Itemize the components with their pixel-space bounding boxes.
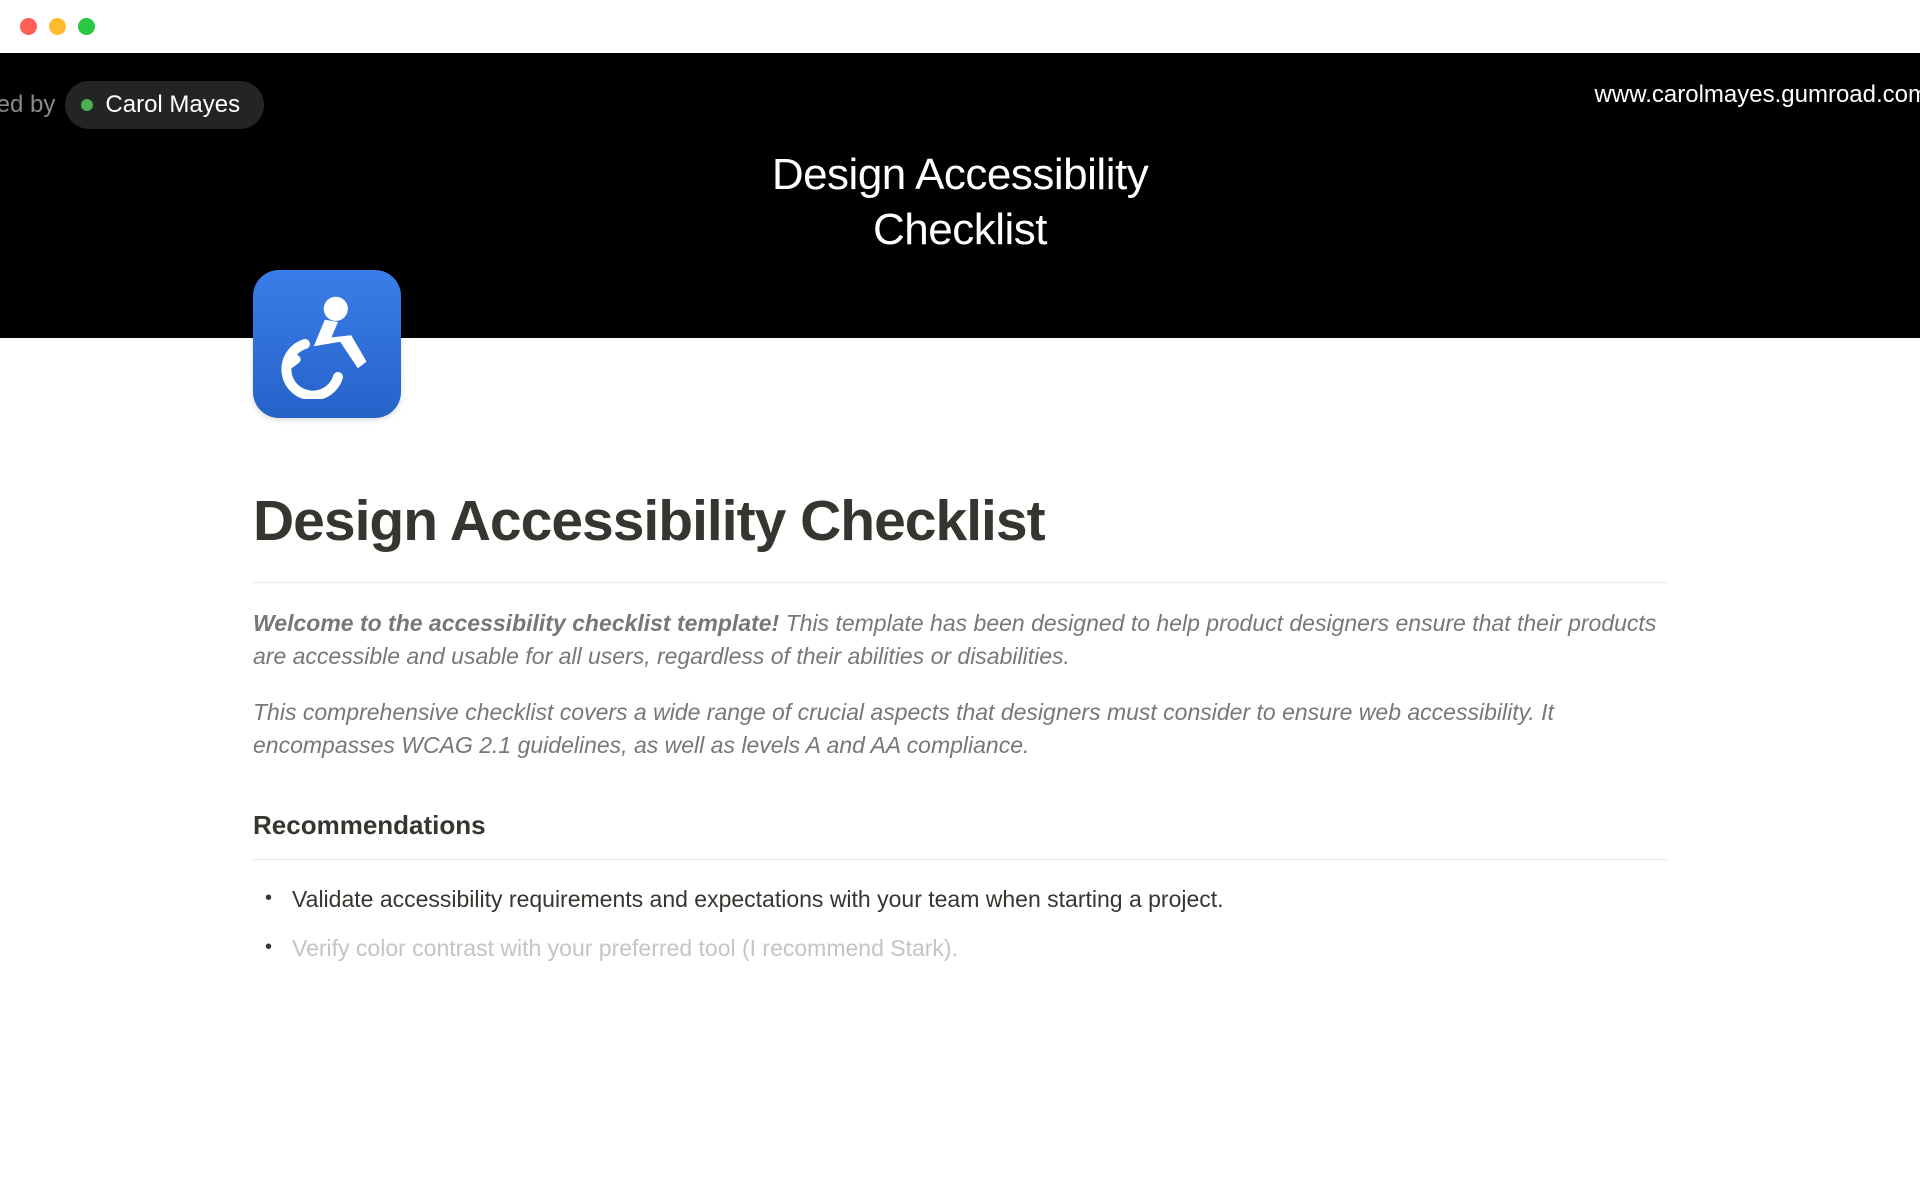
author-pill[interactable]: Carol Mayes [65, 81, 264, 129]
minimize-window-button[interactable] [49, 18, 66, 35]
intro-bold-lead: Welcome to the accessibility checklist t… [253, 610, 779, 636]
recommendations-heading[interactable]: Recommendations [253, 810, 1667, 841]
list-item-text: Verify color contrast with your preferre… [292, 931, 958, 966]
page-icon-container[interactable] [253, 270, 401, 418]
hero-title: Design Accessibility Checklist [0, 147, 1920, 257]
status-online-icon [81, 99, 93, 111]
divider [253, 582, 1667, 583]
list-item-text: Validate accessibility requirements and … [292, 882, 1224, 917]
content-area: Design Accessibility Checklist Welcome t… [0, 338, 1920, 965]
bullet-icon: • [265, 882, 272, 914]
list-item[interactable]: • Verify color contrast with your prefer… [265, 931, 1667, 966]
wheelchair-accessibility-icon [253, 270, 401, 418]
hero-top-bar: ted by Carol Mayes www.carolmayes.gumroa… [0, 53, 1920, 129]
window-chrome [0, 0, 1920, 53]
recommendations-list: • Validate accessibility requirements an… [253, 882, 1667, 965]
hero-title-line1: Design Accessibility [0, 147, 1920, 202]
author-name: Carol Mayes [105, 91, 240, 119]
hero-title-line2: Checklist [0, 202, 1920, 257]
maximize-window-button[interactable] [78, 18, 95, 35]
author-section: ted by Carol Mayes [0, 81, 264, 129]
author-url[interactable]: www.carolmayes.gumroad.com [1595, 81, 1920, 109]
bullet-icon: • [265, 931, 272, 963]
intro-paragraph-1[interactable]: Welcome to the accessibility checklist t… [253, 607, 1667, 674]
page-title[interactable]: Design Accessibility Checklist [253, 488, 1667, 554]
divider-thin [253, 859, 1667, 860]
close-window-button[interactable] [20, 18, 37, 35]
list-item[interactable]: • Validate accessibility requirements an… [265, 882, 1667, 917]
created-by-label: ted by [0, 91, 55, 119]
intro-paragraph-2[interactable]: This comprehensive checklist covers a wi… [253, 696, 1667, 763]
